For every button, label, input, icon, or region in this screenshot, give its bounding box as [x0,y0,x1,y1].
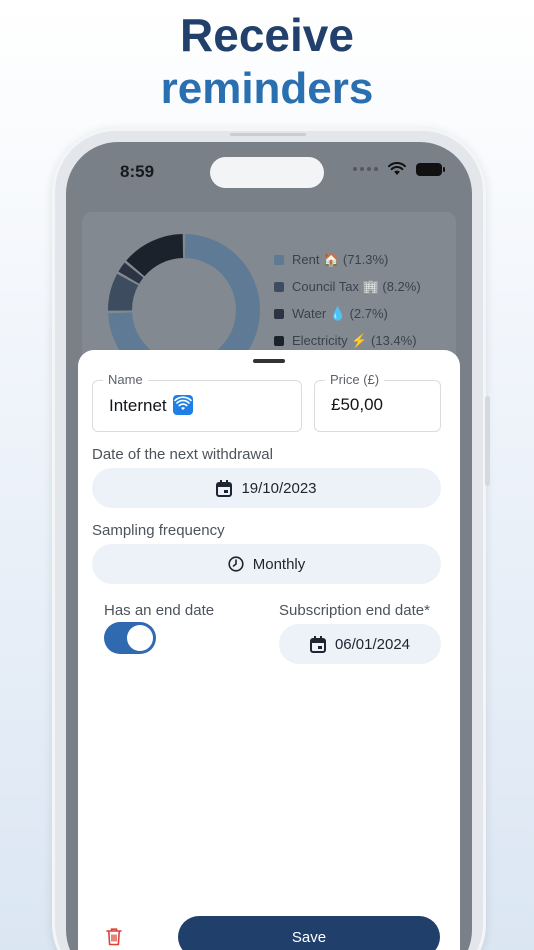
phone-screen: 8:59 Rent 🏠 (71.3%) Council Tax 🏢 (8.2%) W… [66,142,472,950]
legend-swatch [274,335,284,346]
next-withdrawal-picker[interactable]: 19/10/2023 [92,468,441,508]
end-date-toggle[interactable] [104,622,156,654]
next-withdrawal-label: Date of the next withdrawal [92,446,273,463]
battery-icon [416,162,445,176]
name-field-value: Internet [109,395,193,416]
dynamic-island [210,157,324,188]
calendar-icon [216,479,233,497]
frequency-picker[interactable]: Monthly [92,544,441,584]
signal-dots-icon [353,167,378,171]
clock-icon [228,556,244,572]
headline-line-1: Receive [180,9,354,61]
wifi-icon [388,162,406,175]
calendar-icon [309,635,326,653]
add-subscription-sheet: Name Internet Price (£) £50,00 Date of t… [78,350,460,950]
legend-item: Council Tax 🏢 (8.2%) [274,273,421,300]
name-text: Internet [109,396,167,415]
status-icons [353,162,445,176]
legend-label: Electricity ⚡ (13.4%) [292,332,417,348]
headline: Receive reminders [0,8,534,116]
price-field[interactable]: Price (£) £50,00 [314,372,441,432]
price-field-value: £50,00 [331,395,383,414]
price-field-label: Price (£) [325,372,385,387]
phone-frame: 8:59 Rent 🏠 (71.3%) Council Tax 🏢 (8.2%) W… [52,128,490,950]
legend-label: Water 💧 (2.7%) [292,305,388,321]
end-date-picker[interactable]: 06/01/2024 [279,624,441,664]
phone-top-edge [230,133,306,136]
legend-swatch [274,254,284,265]
end-date-value: 06/01/2024 [334,635,411,653]
end-date-toggle-label: Has an end date [104,602,215,619]
sheet-drag-handle[interactable] [253,359,285,363]
legend-label: Rent 🏠 (71.3%) [292,251,389,267]
toggle-knob [127,625,153,651]
chart-card: Rent 🏠 (71.3%) Council Tax 🏢 (8.2%) Water … [82,212,456,386]
save-button[interactable]: Save [178,916,440,950]
legend-item: Rent 🏠 (71.3%) [274,246,421,273]
next-withdrawal-value: 19/10/2023 [241,479,317,497]
legend-item: Water 💧 (2.7%) [274,300,421,327]
phone-side-button [485,396,490,486]
legend-label: Council Tax 🏢 (8.2%) [292,278,421,294]
legend-swatch [274,281,284,292]
delete-trash-icon[interactable] [106,928,122,946]
status-time: 8:59 [120,162,155,181]
frequency-value: Monthly [252,555,306,573]
wifi-emoji-icon [172,395,193,415]
name-field[interactable]: Name Internet [92,372,302,432]
headline-line-2: reminders [160,64,374,113]
frequency-label: Sampling frequency [92,522,225,539]
end-date-label: Subscription end date* [279,602,430,619]
chart-legend: Rent 🏠 (71.3%) Council Tax 🏢 (8.2%) Water … [274,246,421,354]
name-field-label: Name [103,372,148,387]
donut-slice-3 [126,234,184,277]
legend-swatch [274,308,284,319]
